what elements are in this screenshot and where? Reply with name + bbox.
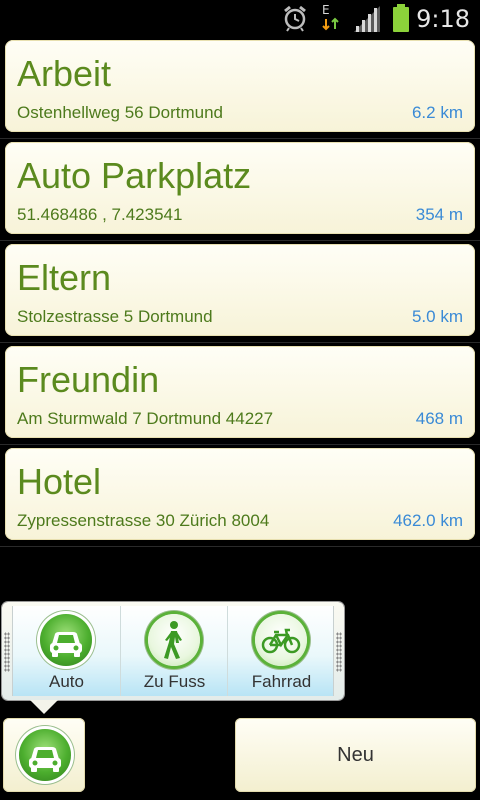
- place-name: Hotel: [17, 461, 102, 502]
- list-item[interactable]: Auto Parkplatz 51.468486 , 7.423541 354 …: [5, 142, 475, 234]
- status-bar: E 9:18: [0, 0, 480, 38]
- place-address: Stolzestrasse 5 Dortmund: [17, 307, 213, 326]
- data-transfer-icon: E: [318, 2, 344, 37]
- place-name: Auto Parkplatz: [17, 155, 252, 196]
- mode-label: Auto: [49, 672, 84, 691]
- mode-options: Auto Zu Fuss Fahrrad: [12, 606, 334, 696]
- bicycle-icon: [255, 614, 307, 666]
- network-type-text: E: [322, 3, 330, 17]
- place-address: Am Sturmwald 7 Dortmund 44227: [17, 409, 274, 428]
- place-name: Freundin: [17, 359, 160, 400]
- divider: [0, 342, 480, 343]
- popup-pointer: [30, 700, 58, 714]
- screen: E 9:18 Arbeit Ostenhellweg 56 Dortmund 6…: [0, 0, 480, 800]
- divider: [0, 546, 480, 547]
- car-icon: [40, 614, 92, 666]
- list-item[interactable]: Freundin Am Sturmwald 7 Dortmund 44227 4…: [5, 346, 475, 438]
- car-icon: [19, 729, 71, 781]
- popup-right-grip: [336, 632, 342, 672]
- place-address: 51.468486 , 7.423541: [17, 205, 183, 224]
- walking-icon: [148, 614, 200, 666]
- mode-label: Zu Fuss: [143, 672, 206, 691]
- new-button[interactable]: Neu: [235, 718, 476, 792]
- battery-icon: [392, 4, 410, 37]
- place-distance: 462.0 km: [393, 511, 463, 530]
- mode-popup: Auto Zu Fuss Fahrrad: [2, 602, 344, 700]
- divider: [0, 138, 480, 139]
- mode-option-auto[interactable]: Auto: [13, 606, 120, 696]
- divider: [0, 444, 480, 445]
- list-item[interactable]: Hotel Zypressenstrasse 30 Zürich 8004 46…: [5, 448, 475, 540]
- divider: [0, 240, 480, 241]
- place-distance: 5.0 km: [411, 307, 463, 326]
- alarm-icon: [282, 4, 308, 37]
- popup-left-grip: [4, 632, 10, 672]
- place-distance: 354 m: [415, 205, 463, 224]
- mode-option-bicycle[interactable]: Fahrrad: [227, 606, 334, 696]
- mode-select-button[interactable]: [3, 718, 85, 792]
- place-distance: 6.2 km: [411, 103, 463, 122]
- place-address: Ostenhellweg 56 Dortmund: [17, 103, 224, 122]
- place-name: Arbeit: [17, 53, 112, 94]
- place-name: Eltern: [17, 257, 112, 298]
- mode-option-walking[interactable]: Zu Fuss: [120, 606, 227, 696]
- clock: 9:18: [416, 5, 470, 33]
- place-address: Zypressenstrasse 30 Zürich 8004: [17, 511, 270, 530]
- mode-label: Fahrrad: [251, 672, 312, 691]
- list-item[interactable]: Eltern Stolzestrasse 5 Dortmund 5.0 km: [5, 244, 475, 336]
- list-item[interactable]: Arbeit Ostenhellweg 56 Dortmund 6.2 km: [5, 40, 475, 132]
- signal-icon: [352, 4, 382, 37]
- place-distance: 468 m: [415, 409, 463, 428]
